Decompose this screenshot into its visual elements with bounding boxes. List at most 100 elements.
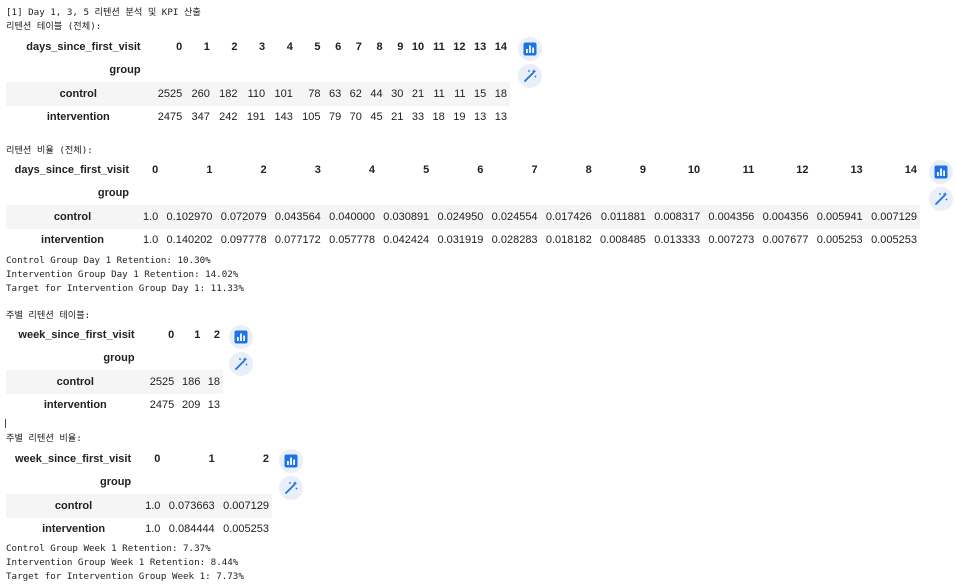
table-cell: 0.084444 — [168, 523, 215, 536]
column-header: 6 — [477, 163, 484, 176]
table-cell: 0.007129 — [871, 210, 917, 223]
column-header: 9 — [397, 40, 404, 53]
column-header-row: week_since_first_visit 0 1 2 — [6, 447, 272, 471]
table-cell: 2525 — [157, 87, 183, 100]
table-cell: 0.024950 — [437, 210, 484, 223]
table-cell: 0.005253 — [871, 234, 917, 247]
magic-suggestion-button[interactable] — [929, 187, 953, 211]
column-header-row: week_since_first_visit 0 1 2 — [6, 323, 223, 347]
table-cell: 0.004356 — [762, 210, 809, 223]
column-header: 2 — [231, 40, 238, 53]
column-header: 2 — [260, 163, 267, 176]
chart-suggestion-button[interactable] — [229, 325, 253, 349]
table-cell: 0.008485 — [600, 234, 646, 247]
column-header: 8 — [376, 40, 383, 53]
table-cell: 62 — [349, 87, 362, 100]
column-header: 11 — [433, 40, 445, 53]
magic-suggestion-button[interactable] — [229, 352, 253, 376]
index-name-row: group — [6, 347, 223, 371]
table-cell: 18 — [494, 87, 507, 100]
index-name-row: group — [6, 182, 920, 206]
column-header: 9 — [639, 163, 646, 176]
table-cell: 21 — [411, 87, 425, 100]
table-cell: 21 — [391, 111, 404, 124]
weekly-retention-count-table: week_since_first_visit 0 1 2 group control 252… — [6, 323, 223, 417]
column-header-row: days_since_first_visit 0 1 2 3 4 5 6 7 8 9 10 11 12 13… — [6, 158, 920, 182]
table-cell: 0.004356 — [708, 210, 755, 223]
bar-chart-icon — [234, 330, 248, 344]
column-header: 0 — [176, 40, 183, 53]
table-cell: 0.072079 — [220, 210, 267, 223]
chart-suggestion-button[interactable] — [929, 160, 953, 184]
column-header: 13 — [850, 163, 863, 176]
table-cell: 0.007273 — [708, 234, 755, 247]
table-cell: 0.013333 — [654, 234, 701, 247]
table-cell: 45 — [370, 111, 383, 124]
table-cell: 33 — [411, 111, 425, 124]
column-header: 0 — [154, 452, 161, 465]
chart-suggestion-button[interactable] — [518, 37, 542, 61]
column-header: 11 — [742, 163, 755, 176]
weekly-rate-title: 주별 리텐션 비율: — [6, 433, 82, 444]
table-cell: 209 — [182, 399, 201, 412]
bar-chart-icon — [934, 165, 948, 179]
table-cell: 182 — [219, 87, 238, 100]
table-cell: 2475 — [157, 111, 183, 124]
table-row: intervention 1.0 0.140202 0.097778 0.077172 0… — [6, 229, 920, 253]
bar-chart-icon — [523, 42, 537, 56]
intervention-day1-retention-line: Intervention Group Day 1 Retention: 14.0… — [6, 269, 239, 280]
table-cell: 105 — [302, 111, 321, 124]
table-cell: 0.008317 — [654, 210, 701, 223]
text-cursor — [5, 419, 6, 428]
row-label: control — [59, 87, 97, 100]
control-week1-retention-line: Control Group Week 1 Retention: 7.37% — [6, 543, 211, 554]
table-cell: 101 — [274, 87, 293, 100]
weekly-table-title: 주별 리텐션 테이블: — [6, 310, 91, 321]
magic-wand-icon — [935, 192, 948, 205]
magic-wand-icon — [524, 69, 537, 82]
table-cell: 11 — [454, 87, 466, 100]
table-cell: 242 — [219, 111, 238, 124]
table-cell: 18 — [207, 375, 220, 388]
table-cell: 143 — [274, 111, 293, 124]
column-header: 2 — [262, 452, 269, 465]
table-cell: 0.005253 — [223, 523, 269, 536]
column-header: 10 — [687, 163, 701, 176]
column-axis-name: days_since_first_visit — [26, 40, 141, 53]
table-cell: 18 — [432, 111, 445, 124]
intervention-week1-retention-line: Intervention Group Week 1 Retention: 8.4… — [6, 557, 239, 568]
table-cell: 0.005941 — [816, 210, 863, 223]
bar-chart-icon — [284, 454, 298, 468]
retention-table-title: 리텐션 테이블 (전체): — [6, 21, 102, 32]
column-header: 12 — [453, 40, 466, 53]
column-header: 14 — [904, 163, 917, 176]
table-cell: 0.007129 — [223, 499, 269, 512]
column-axis-name: week_since_first_visit — [18, 328, 135, 341]
column-header: 13 — [473, 40, 487, 53]
table-cell: 0.140202 — [166, 234, 213, 247]
table-cell: 0.017426 — [545, 210, 592, 223]
table-row: intervention 1.0 0.084444 0.005253 — [6, 518, 272, 542]
chart-suggestion-button[interactable] — [279, 449, 303, 473]
table-cell: 0.031919 — [437, 234, 484, 247]
column-header: 7 — [531, 163, 538, 176]
output-header-line: [1] Day 1, 3, 5 리텐션 분석 및 KPI 산출 — [6, 7, 201, 18]
index-name: group — [99, 476, 132, 489]
column-header: 1 — [194, 328, 201, 341]
row-label: control — [54, 499, 93, 512]
table-cell: 0.040000 — [329, 210, 375, 223]
table-cell: 2525 — [149, 375, 175, 388]
magic-suggestion-button[interactable] — [279, 476, 303, 500]
table-cell: 0.043564 — [274, 210, 321, 223]
magic-suggestion-button[interactable] — [518, 64, 542, 88]
row-label: control — [56, 375, 94, 388]
table-cell: 0.097778 — [220, 234, 267, 247]
table-cell: 1.0 — [145, 523, 161, 536]
table-cell: 186 — [182, 375, 201, 388]
table-cell: 0.102970 — [166, 210, 213, 223]
table-cell: 30 — [391, 87, 404, 100]
index-name: group — [103, 352, 135, 365]
table-row: control 2525 186 18 — [6, 370, 223, 394]
table-cell: 0.024554 — [491, 210, 538, 223]
table-row: control 1.0 0.102970 0.072079 0.043564 0.0400… — [6, 205, 920, 229]
